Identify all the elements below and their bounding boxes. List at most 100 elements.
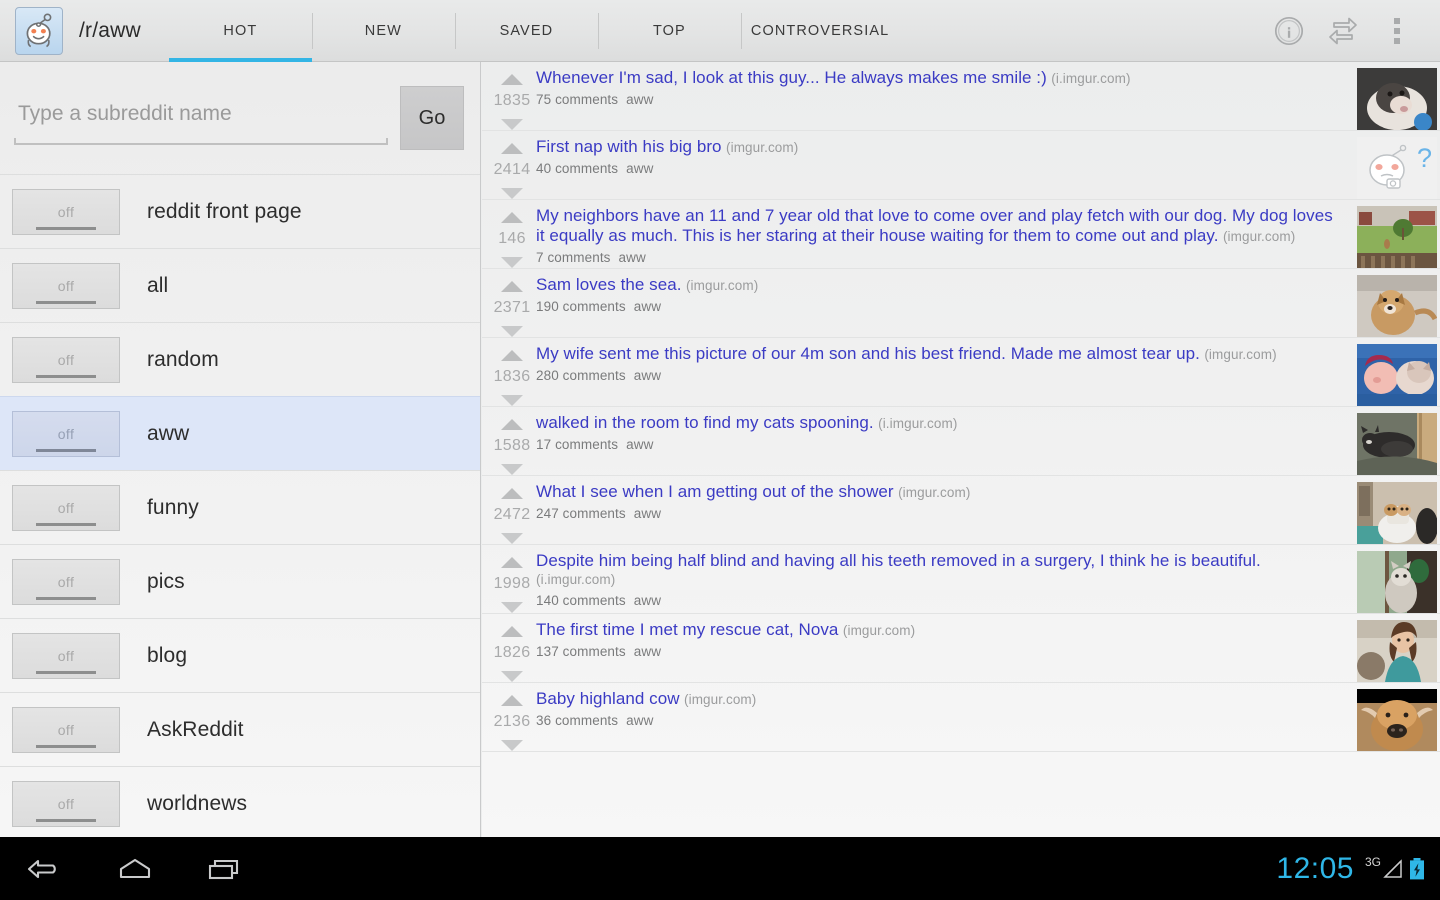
post-item[interactable]: 2371Sam loves the sea. (imgur.com)190 co… (482, 269, 1440, 338)
downvote-arrow-icon[interactable] (501, 326, 523, 337)
back-arrow-icon[interactable] (0, 837, 90, 900)
post-comments-count[interactable]: 7 comments (536, 250, 611, 265)
downvote-arrow-icon[interactable] (501, 188, 523, 199)
post-comments-count[interactable]: 247 comments (536, 506, 626, 521)
post-thumbnail[interactable] (1357, 482, 1437, 544)
subreddit-toggle-switch[interactable]: off (12, 337, 120, 383)
post-thumbnail[interactable] (1357, 689, 1437, 751)
post-body: My wife sent me this picture of our 4m s… (536, 338, 1354, 406)
post-title-link[interactable]: My wife sent me this picture of our 4m s… (536, 344, 1200, 363)
sidebar-item-funny[interactable]: offfunny (0, 470, 480, 544)
post-thumbnail[interactable] (1357, 551, 1437, 613)
upvote-arrow-icon[interactable] (501, 281, 523, 292)
post-title-link[interactable]: First nap with his big bro (536, 137, 722, 156)
post-comments-count[interactable]: 140 comments (536, 593, 626, 608)
upvote-arrow-icon[interactable] (501, 212, 523, 223)
tab-new[interactable]: NEW (312, 0, 455, 62)
toggle-thumb (36, 449, 96, 452)
sidebar-item-all[interactable]: offall (0, 248, 480, 322)
post-comments-count[interactable]: 75 comments (536, 92, 618, 107)
post-title-link[interactable]: Despite him being half blind and having … (536, 551, 1261, 570)
upvote-arrow-icon[interactable] (501, 143, 523, 154)
home-icon[interactable] (90, 837, 180, 900)
subreddit-toggle-switch[interactable]: off (12, 411, 120, 457)
upvote-arrow-icon[interactable] (501, 74, 523, 85)
sidebar-item-reddit-front-page[interactable]: offreddit front page (0, 174, 480, 248)
go-button[interactable]: Go (400, 86, 464, 150)
downvote-arrow-icon[interactable] (501, 464, 523, 475)
upvote-arrow-icon[interactable] (501, 350, 523, 361)
refresh-icon[interactable] (1316, 0, 1370, 62)
subreddit-toggle-switch[interactable]: off (12, 559, 120, 605)
downvote-arrow-icon[interactable] (501, 119, 523, 130)
post-item[interactable]: 146My neighbors have an 11 and 7 year ol… (482, 200, 1440, 269)
upvote-arrow-icon[interactable] (501, 695, 523, 706)
post-item[interactable]: 1588walked in the room to find my cats s… (482, 407, 1440, 476)
reddit-alien-logo-icon[interactable] (15, 7, 63, 55)
subreddit-search-input[interactable] (14, 102, 388, 134)
downvote-arrow-icon[interactable] (501, 602, 523, 613)
post-title-link[interactable]: The first time I met my rescue cat, Nova (536, 620, 838, 639)
post-item[interactable]: 1826 The first time I met my rescue cat, … (482, 614, 1440, 683)
post-title-link[interactable]: walked in the room to find my cats spoon… (536, 413, 874, 432)
sidebar-item-askreddit[interactable]: offAskReddit (0, 692, 480, 766)
downvote-arrow-icon[interactable] (501, 533, 523, 544)
downvote-arrow-icon[interactable] (501, 671, 523, 682)
vote-column: 2472 (488, 476, 536, 544)
downvote-arrow-icon[interactable] (501, 740, 523, 751)
sidebar-item-random[interactable]: offrandom (0, 322, 480, 396)
subreddit-toggle-switch[interactable]: off (12, 781, 120, 827)
post-thumbnail[interactable] (1357, 68, 1437, 130)
info-icon[interactable] (1262, 0, 1316, 62)
post-thumbnail[interactable] (1357, 413, 1437, 475)
upvote-arrow-icon[interactable] (501, 557, 523, 568)
subreddit-toggle-switch[interactable]: off (12, 263, 120, 309)
sort-tabs: HOT NEW SAVED TOP CONTROVERSIAL (169, 0, 899, 62)
post-thumbnail[interactable] (1357, 344, 1437, 406)
tab-controversial[interactable]: CONTROVERSIAL (741, 0, 899, 62)
downvote-arrow-icon[interactable] (501, 257, 523, 268)
sidebar-item-pics[interactable]: offpics (0, 544, 480, 618)
post-comments-count[interactable]: 40 comments (536, 161, 618, 176)
post-item[interactable]: 1835Whenever I'm sad, I look at this guy… (482, 62, 1440, 131)
post-thumbnail[interactable] (1357, 620, 1437, 682)
upvote-arrow-icon[interactable] (501, 626, 523, 637)
post-comments-count[interactable]: 190 comments (536, 299, 626, 314)
post-item[interactable]: 2472What I see when I am getting out of … (482, 476, 1440, 545)
upvote-arrow-icon[interactable] (501, 419, 523, 430)
post-item[interactable]: 2136Baby highland cow (imgur.com)36 comm… (482, 683, 1440, 752)
post-score: 1826 (494, 644, 531, 662)
sidebar-item-aww[interactable]: offaww (0, 396, 480, 470)
post-title-link[interactable]: What I see when I am getting out of the … (536, 482, 894, 501)
post-thumbnail[interactable] (1357, 275, 1437, 337)
post-title-link[interactable]: Whenever I'm sad, I look at this guy... … (536, 68, 1047, 87)
post-thumbnail[interactable]: ? (1357, 137, 1437, 199)
sidebar-item-blog[interactable]: offblog (0, 618, 480, 692)
post-title-link[interactable]: Baby highland cow (536, 689, 680, 708)
post-item[interactable]: 1836My wife sent me this picture of our … (482, 338, 1440, 407)
tab-top[interactable]: TOP (598, 0, 741, 62)
recent-apps-icon[interactable] (180, 837, 270, 900)
post-title-link[interactable]: Sam loves the sea. (536, 275, 681, 294)
subreddit-toggle-switch[interactable]: off (12, 485, 120, 531)
post-comments-count[interactable]: 137 comments (536, 644, 626, 659)
post-thumbnail[interactable] (1357, 206, 1437, 268)
upvote-arrow-icon[interactable] (501, 488, 523, 499)
overflow-menu-icon[interactable] (1370, 0, 1424, 62)
post-comments-count[interactable]: 17 comments (536, 437, 618, 452)
tab-hot[interactable]: HOT (169, 0, 312, 62)
post-list[interactable]: 1835Whenever I'm sad, I look at this guy… (482, 62, 1440, 837)
post-title-line: walked in the room to find my cats spoon… (536, 413, 1342, 433)
post-item[interactable]: 2414First nap with his big bro (imgur.co… (482, 131, 1440, 200)
subreddit-toggle-switch[interactable]: off (12, 633, 120, 679)
post-comments-count[interactable]: 280 comments (536, 368, 626, 383)
post-title-link[interactable]: My neighbors have an 11 and 7 year old t… (536, 206, 1333, 245)
tab-saved[interactable]: SAVED (455, 0, 598, 62)
subreddit-toggle-switch[interactable]: off (12, 707, 120, 753)
subreddit-toggle-switch[interactable]: off (12, 189, 120, 235)
sidebar-item-worldnews[interactable]: offworldnews (0, 766, 480, 837)
post-item[interactable]: 1998Despite him being half blind and hav… (482, 545, 1440, 614)
post-comments-count[interactable]: 36 comments (536, 713, 618, 728)
post-thumbnail-column (1354, 614, 1440, 682)
downvote-arrow-icon[interactable] (501, 395, 523, 406)
